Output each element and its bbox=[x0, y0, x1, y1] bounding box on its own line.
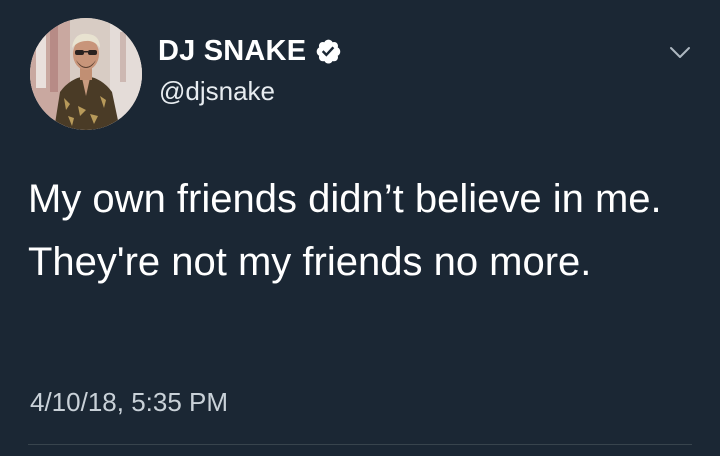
name-row: DJ SNAKE bbox=[158, 33, 342, 69]
divider bbox=[28, 444, 692, 445]
avatar[interactable] bbox=[30, 18, 142, 130]
user-handle[interactable]: @djsnake bbox=[159, 76, 275, 107]
tweet-timestamp[interactable]: 4/10/18, 5:35 PM bbox=[30, 387, 228, 418]
tweet-text: My own friends didn’t believe in me. The… bbox=[28, 177, 662, 284]
avatar-photo bbox=[30, 18, 142, 130]
chevron-down-icon[interactable] bbox=[668, 40, 692, 64]
tweet-card: DJ SNAKE @djsnake My own friends didn’t … bbox=[0, 0, 720, 456]
display-name[interactable]: DJ SNAKE bbox=[158, 35, 306, 68]
verified-badge-icon bbox=[314, 37, 342, 65]
